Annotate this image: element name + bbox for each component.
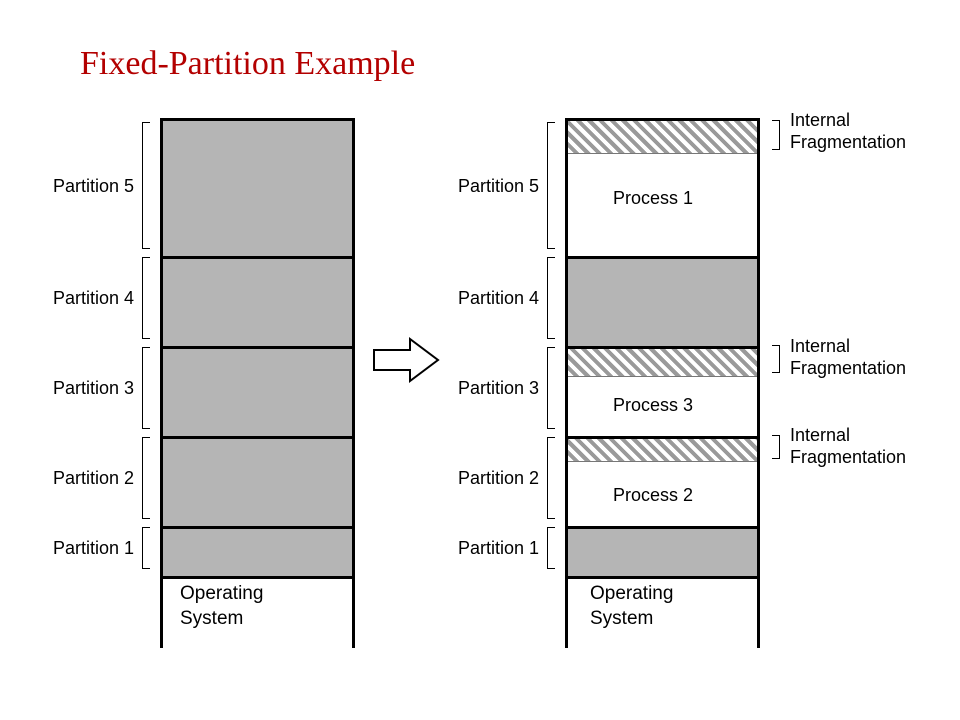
arrow-icon xyxy=(372,335,442,385)
right-os-label: Operating System xyxy=(590,582,673,631)
left-os-label: Operating System xyxy=(180,582,263,631)
right-partition-1 xyxy=(568,526,757,576)
process-1-label: Process 1 xyxy=(613,188,693,209)
frag-label-p3: Internal Fragmentation xyxy=(790,336,906,379)
page-title: Fixed-Partition Example xyxy=(80,45,415,83)
left-label-p1: Partition 1 xyxy=(38,538,134,559)
right-label-p3: Partition 3 xyxy=(443,378,539,399)
left-partition-1 xyxy=(163,526,352,576)
process-3-label: Process 3 xyxy=(613,395,693,416)
left-label-p5: Partition 5 xyxy=(38,176,134,197)
right-partition-4 xyxy=(568,256,757,346)
process-2-label: Process 2 xyxy=(613,485,693,506)
right-p3-frag xyxy=(568,346,757,376)
left-label-p3: Partition 3 xyxy=(38,378,134,399)
right-p5-frag xyxy=(568,121,757,153)
left-partition-5 xyxy=(163,121,352,256)
left-label-p2: Partition 2 xyxy=(38,468,134,489)
right-label-p2: Partition 2 xyxy=(443,468,539,489)
right-label-p5: Partition 5 xyxy=(443,176,539,197)
frag-label-p2: Internal Fragmentation xyxy=(790,425,906,468)
left-partition-3 xyxy=(163,346,352,436)
left-label-p4: Partition 4 xyxy=(38,288,134,309)
frag-label-p5: Internal Fragmentation xyxy=(790,110,906,153)
left-partition-2 xyxy=(163,436,352,526)
left-partition-4 xyxy=(163,256,352,346)
right-label-p4: Partition 4 xyxy=(443,288,539,309)
left-memory xyxy=(160,118,355,648)
right-p2-frag xyxy=(568,436,757,461)
right-label-p1: Partition 1 xyxy=(443,538,539,559)
